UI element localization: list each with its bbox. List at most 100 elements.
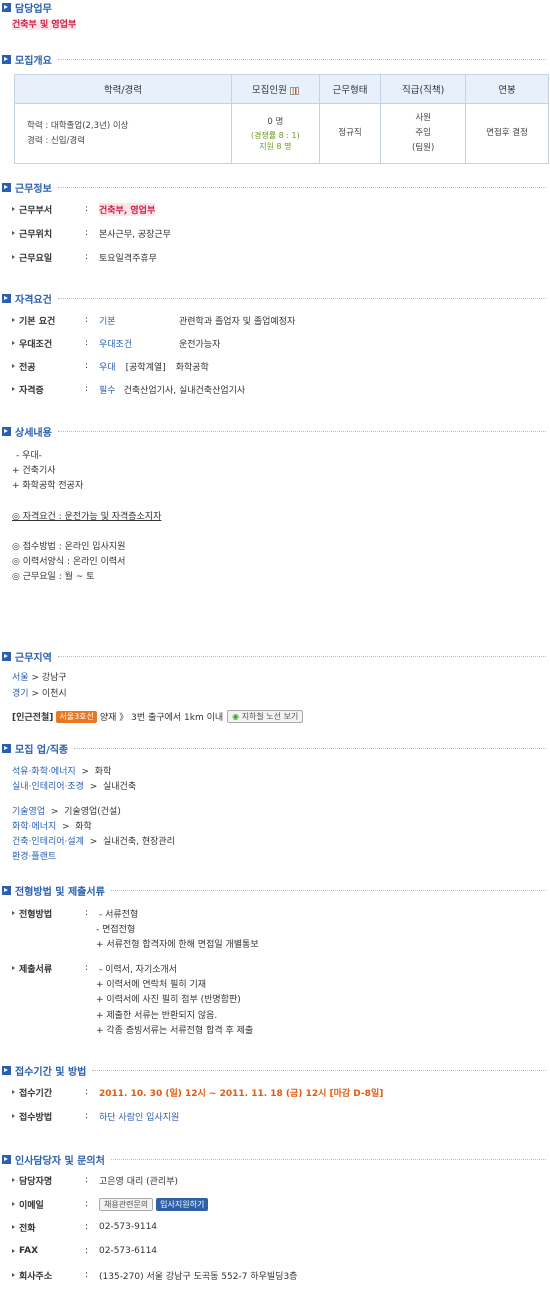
contact-email-label: 이메일	[19, 1200, 44, 1211]
contact-fax-value: 02-573-6114	[99, 1246, 158, 1256]
rank-1: 사원	[415, 113, 431, 123]
contact-address-label: 회사주소	[19, 1271, 53, 1282]
qual-basic-label: 기본 요건	[19, 316, 56, 327]
section-duty: 담당업무	[0, 0, 550, 15]
process-docs-row: 제출서류 : - 이력서, 자기소개서	[12, 961, 177, 975]
section-region: 근무지역	[0, 649, 550, 664]
section-title: 인사담당자 및 문의처	[15, 1155, 105, 1167]
section-work-info: 근무정보	[0, 180, 550, 195]
section-arrow-icon	[2, 1154, 11, 1164]
bullet-arrow-icon	[12, 1114, 15, 1118]
process-docs-line: - 이력서, 자기소개서	[99, 964, 178, 975]
job-row: 기술영업 > 기술영업(건설)	[12, 807, 121, 817]
region-district: 강남구	[41, 673, 67, 683]
qual-basic-type: 기본	[99, 316, 116, 327]
duty-value-wrap: 건축부 및 영업부	[12, 18, 77, 32]
section-title: 전형방법 및 제출서류	[15, 886, 105, 898]
header-worktype: 근무형태	[318, 74, 382, 104]
qual-major-value: 화학공학	[175, 362, 209, 373]
subway-text: 양재 》 3번 출구에서 1km 이내	[99, 713, 224, 723]
career-text: 경력 : 신입/경력	[27, 135, 86, 146]
contact-phone-row: 전화 : 02-573-9114	[12, 1220, 157, 1234]
qual-major-label: 전공	[19, 362, 36, 373]
cell-rank: 사원 주임 (팀원)	[380, 103, 467, 164]
details-line: + 화학공학 전공자	[12, 481, 84, 491]
subway-icon: ◉	[232, 712, 240, 721]
bullet-arrow-icon	[12, 966, 15, 970]
section-process: 전형방법 및 제출서류	[0, 883, 550, 898]
cell-education: 학력 : 대학졸업(2,3년) 이상 경력 : 신입/경력	[14, 103, 232, 164]
bullet-arrow-icon	[12, 1178, 15, 1182]
contact-name-value: 고은영 대리 (관리부)	[99, 1176, 178, 1187]
section-period: 접수기간 및 방법	[0, 1063, 550, 1078]
job-category-link[interactable]: 화학·에너지	[12, 822, 56, 832]
details-line: + 건축기사	[12, 466, 56, 476]
qual-pref-type: 우대조건	[99, 339, 133, 350]
period-method-value: 하단 사람인 입사지원	[99, 1112, 180, 1123]
section-arrow-icon	[2, 743, 11, 753]
job-category-link[interactable]: 건축·인테리어·설계	[12, 837, 84, 847]
inquiry-button[interactable]: 채용관련문의	[99, 1197, 154, 1211]
process-method-label: 전형방법	[19, 909, 53, 920]
region-district: 이천시	[41, 689, 67, 699]
job-subcategory: 기술영업(건설)	[64, 807, 121, 817]
subway-line-badge: 서울3호선	[56, 710, 97, 723]
qual-cert-row: 자격증 : 필수 건축산업기사, 실내건축산업기사	[12, 382, 245, 396]
apply-button[interactable]: 입사지원하기	[156, 1197, 209, 1211]
cell-salary: 면접후 결정	[465, 103, 549, 164]
job-subcategory: 화학	[94, 767, 112, 777]
work-days-row: 근무요일 : 토요일격주휴무	[12, 250, 157, 264]
work-location-value: 본사근무, 공장근무	[99, 229, 171, 240]
bullet-arrow-icon	[12, 341, 15, 345]
process-method-line: + 서류전형 합격자에 한해 면접일 개별통보	[96, 940, 259, 950]
overview-table: 학력/경력 모집인원 근무형태 직급(직책) 연봉 학력 : 대학졸업(2,3년…	[14, 74, 549, 164]
duty-value: 건축부 및 영업부	[12, 20, 77, 30]
section-arrow-icon	[2, 426, 11, 436]
section-title: 상세내용	[15, 427, 52, 439]
job-category-link[interactable]: 환경·플랜트	[12, 852, 56, 862]
qual-major-row: 전공 : 우대 [공학계열] 화학공학	[12, 359, 209, 373]
job-category-link[interactable]: 실내·인테리어·조경	[12, 782, 84, 792]
work-days-value: 토요일격주휴무	[99, 253, 157, 264]
job-row: 화학·에너지 > 화학	[12, 822, 92, 832]
section-jobs: 모집 업/직종	[0, 741, 550, 756]
job-category-link[interactable]: 기술영업	[12, 807, 45, 817]
qual-cert-type: 필수	[99, 385, 116, 396]
job-category-link[interactable]: 석유·화학·에너지	[12, 767, 76, 777]
bullet-arrow-icon	[12, 1273, 15, 1277]
headcount-text: 0 명	[267, 117, 284, 127]
period-method-row: 접수방법 : 하단 사람인 입사지원	[12, 1109, 179, 1123]
work-dept-label: 근무부서	[19, 205, 53, 216]
period-row: 접수기간 : 2011. 10. 30 (일) 12시 ~ 2011. 11. …	[12, 1085, 383, 1099]
section-arrow-icon	[2, 54, 11, 64]
section-title: 모집 업/직종	[15, 744, 69, 756]
section-details: 상세내용	[0, 424, 550, 439]
header-salary: 연봉	[465, 74, 549, 104]
process-method-row: 전형방법 : - 서류전형	[12, 906, 138, 920]
details-method: ◎ 접수방법 : 온라인 입사지원	[12, 542, 126, 552]
bullet-arrow-icon	[12, 911, 15, 915]
bullet-arrow-icon	[12, 1090, 15, 1094]
contact-phone-value: 02-573-9114	[99, 1222, 158, 1232]
bullet-arrow-icon	[12, 255, 15, 259]
qual-major-type: 우대	[99, 362, 116, 373]
chart-icon[interactable]	[289, 86, 299, 95]
bullet-arrow-icon	[12, 1202, 15, 1206]
cell-headcount: 0 명 (경쟁률 8 : 1) 지원 8 명	[230, 103, 320, 164]
bullet-arrow-icon	[12, 1249, 15, 1253]
process-docs-line: + 각종 증빙서류는 서류전형 합격 후 제출	[96, 1026, 254, 1036]
process-docs-line: + 이력서에 사진 필히 첨부 (반명함판)	[96, 995, 241, 1005]
job-row: 건축·인테리어·설계 > 실내건축, 현장관리	[12, 837, 175, 847]
region-row-2: 경기 > 이천시	[12, 689, 67, 699]
section-arrow-icon	[2, 182, 11, 192]
region-city-link[interactable]: 서울	[12, 673, 29, 683]
section-overview: 모집개요	[0, 52, 550, 67]
region-city-link[interactable]: 경기	[12, 689, 29, 699]
qual-pref-value: 운전가능자	[179, 339, 221, 350]
work-location-label: 근무위치	[19, 229, 53, 240]
section-title: 근무정보	[15, 183, 52, 195]
qual-cert-label: 자격증	[19, 385, 44, 396]
details-resume: ◎ 이력서양식 : 온라인 이력서	[12, 557, 126, 567]
work-dept-row: 근무부서 : 건축부, 영업부	[12, 202, 156, 216]
subway-map-button[interactable]: ◉ 지하철 노선 보기	[227, 710, 304, 723]
